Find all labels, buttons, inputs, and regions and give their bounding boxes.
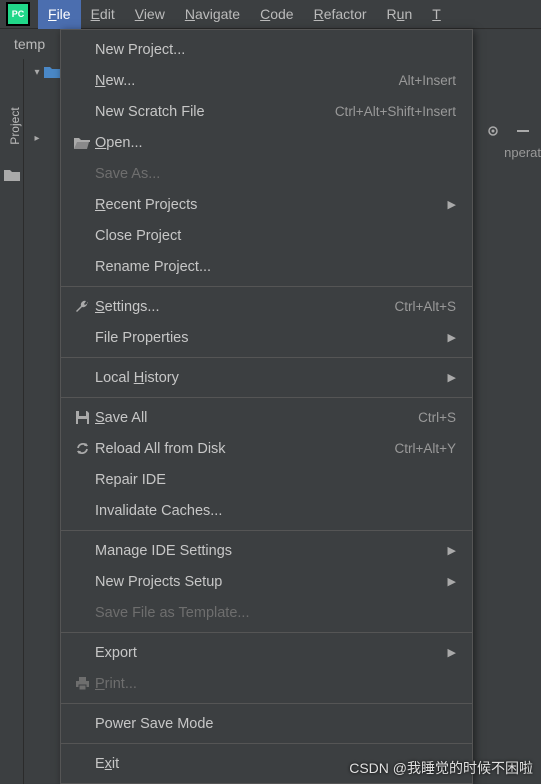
gear-icon[interactable] <box>485 123 501 139</box>
menu-item-label: Open... <box>95 135 456 151</box>
menu-item-save-all[interactable]: Save AllCtrl+S <box>61 402 472 433</box>
menu-partial[interactable]: T <box>422 0 451 29</box>
menu-item-label: Export <box>95 645 440 661</box>
print-icon <box>71 677 93 691</box>
menu-item-label: New... <box>95 73 399 89</box>
chevron-right-icon: ▶ <box>448 544 456 557</box>
shortcut-label: Ctrl+Alt+Shift+Insert <box>335 104 456 119</box>
menu-item-new-scratch-file[interactable]: New Scratch FileCtrl+Alt+Shift+Insert <box>61 96 472 127</box>
menu-item-new-project[interactable]: New Project... <box>61 34 472 65</box>
app-icon: PC <box>6 2 30 26</box>
menu-item-power-save-mode[interactable]: Power Save Mode <box>61 708 472 739</box>
menu-file[interactable]: File <box>38 0 81 29</box>
menu-item-close-project[interactable]: Close Project <box>61 220 472 251</box>
menu-separator <box>61 397 472 398</box>
menu-separator <box>61 357 472 358</box>
reload-icon <box>71 441 93 456</box>
menu-item-repair-ide[interactable]: Repair IDE <box>61 464 472 495</box>
menu-item-label: Power Save Mode <box>95 716 456 732</box>
minimize-icon[interactable] <box>515 123 531 139</box>
shortcut-label: Ctrl+Alt+S <box>394 299 456 314</box>
menu-item-save-as: Save As... <box>61 158 472 189</box>
folder-icon <box>4 169 20 181</box>
wrench-icon <box>71 299 93 315</box>
menu-navigate[interactable]: Navigate <box>175 0 250 29</box>
menu-item-label: New Project... <box>95 42 456 58</box>
menu-separator <box>61 530 472 531</box>
menu-item-label: Reload All from Disk <box>95 441 394 457</box>
menu-item-label: Print... <box>95 676 456 692</box>
menu-item-recent-projects[interactable]: Recent Projects ▶ <box>61 189 472 220</box>
menu-item-settings[interactable]: Settings...Ctrl+Alt+S <box>61 291 472 322</box>
folder-icon <box>44 65 60 79</box>
menu-separator <box>61 632 472 633</box>
menu-item-manage-ide-settings[interactable]: Manage IDE Settings ▶ <box>61 535 472 566</box>
menu-item-label: Local History <box>95 370 440 386</box>
menu-item-new-projects-setup[interactable]: New Projects Setup ▶ <box>61 566 472 597</box>
menu-item-export[interactable]: Export ▶ <box>61 637 472 668</box>
menu-item-print: Print... <box>61 668 472 699</box>
chevron-right-icon: ▶ <box>448 198 456 211</box>
menu-item-label: Settings... <box>95 299 394 315</box>
save-icon <box>71 410 93 425</box>
menu-item-reload-all-from-disk[interactable]: Reload All from DiskCtrl+Alt+Y <box>61 433 472 464</box>
menu-code[interactable]: Code <box>250 0 303 29</box>
menu-item-label: Rename Project... <box>95 259 456 275</box>
menu-item-label: Repair IDE <box>95 472 456 488</box>
watermark: CSDN @我睡觉的时候不困啦 <box>349 758 533 778</box>
menu-run[interactable]: Run <box>377 0 423 29</box>
menu-item-label: Save As... <box>95 166 456 182</box>
menu-view[interactable]: View <box>125 0 175 29</box>
menu-item-invalidate-caches[interactable]: Invalidate Caches... <box>61 495 472 526</box>
chevron-right-icon: ▶ <box>448 371 456 384</box>
menu-item-label: Save File as Template... <box>95 605 456 621</box>
menu-item-label: New Projects Setup <box>95 574 440 590</box>
menu-item-label: Close Project <box>95 228 456 244</box>
tab-label[interactable]: temp <box>14 36 45 52</box>
folder-open-icon <box>71 136 93 150</box>
menu-item-rename-project[interactable]: Rename Project... <box>61 251 472 282</box>
menu-item-new[interactable]: New...Alt+Insert <box>61 65 472 96</box>
chevron-right-icon: ▶ <box>448 331 456 344</box>
file-menu-dropdown: New Project...New...Alt+InsertNew Scratc… <box>60 29 473 784</box>
side-rail: Project <box>0 59 24 784</box>
menu-separator <box>61 286 472 287</box>
menu-edit[interactable]: Edit <box>81 0 125 29</box>
shortcut-label: Alt+Insert <box>399 73 456 88</box>
menu-item-local-history[interactable]: Local History ▶ <box>61 362 472 393</box>
menu-separator <box>61 743 472 744</box>
menu-item-save-file-as-template: Save File as Template... <box>61 597 472 628</box>
chevron-right-icon[interactable]: ▸ <box>30 133 44 144</box>
shortcut-label: Ctrl+S <box>418 410 456 425</box>
menu-item-label: File Properties <box>95 330 440 346</box>
text-fragment: nperat <box>504 145 541 160</box>
chevron-right-icon: ▶ <box>448 575 456 588</box>
menu-item-label: New Scratch File <box>95 104 335 120</box>
menu-refactor[interactable]: Refactor <box>304 0 377 29</box>
menu-item-label: Invalidate Caches... <box>95 503 456 519</box>
chevron-right-icon: ▶ <box>448 646 456 659</box>
menubar: PC File Edit View Navigate Code Refactor… <box>0 0 541 29</box>
project-tool-label[interactable]: Project <box>8 101 22 151</box>
menu-item-open[interactable]: Open... <box>61 127 472 158</box>
menu-item-file-properties[interactable]: File Properties ▶ <box>61 322 472 353</box>
menu-separator <box>61 703 472 704</box>
chevron-down-icon[interactable]: ▾ <box>30 67 44 78</box>
menu-item-label: Manage IDE Settings <box>95 543 440 559</box>
shortcut-label: Ctrl+Alt+Y <box>394 441 456 456</box>
menu-item-label: Recent Projects <box>95 197 440 213</box>
toolbar-icons <box>485 123 531 139</box>
menu-item-label: Save All <box>95 410 418 426</box>
